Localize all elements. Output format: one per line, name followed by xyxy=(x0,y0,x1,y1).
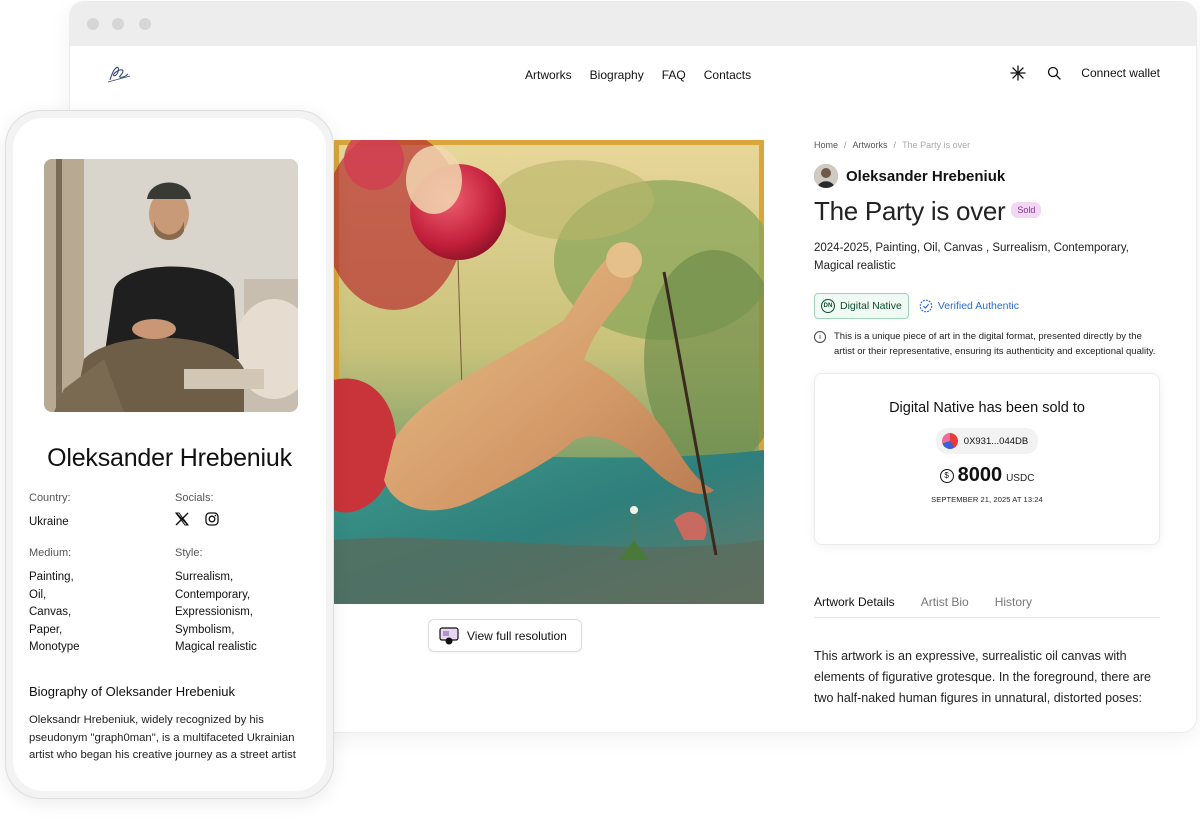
sun-icon[interactable] xyxy=(1009,64,1027,82)
style-list: Surrealism, Contemporary, Expressionism,… xyxy=(175,569,257,657)
search-icon[interactable] xyxy=(1045,64,1063,82)
artwork-info-panel: Home / Artworks / The Party is over Olek… xyxy=(814,140,1160,706)
biography-title: Biography of Oleksander Hrebeniuk xyxy=(29,684,235,699)
verified-authentic-badge[interactable]: Verified Authentic xyxy=(919,299,1019,313)
style-label: Style: xyxy=(175,547,203,559)
wallet-address: 0X931...044DB xyxy=(963,435,1029,447)
wallet-avatar-icon xyxy=(941,433,958,449)
breadcrumb-separator: / xyxy=(893,140,897,150)
info-icon: i xyxy=(814,331,826,343)
view-full-resolution-label: View full resolution xyxy=(467,628,567,643)
verified-authentic-label: Verified Authentic xyxy=(937,300,1019,312)
socials-label: Socials: xyxy=(175,492,214,504)
nav-faq[interactable]: FAQ xyxy=(662,68,686,82)
style-item: Magical realistic xyxy=(175,641,257,653)
medium-item: Paper, xyxy=(29,623,63,636)
price-currency: USDC xyxy=(1006,473,1035,484)
connect-wallet-button[interactable]: Connect wallet xyxy=(1081,66,1160,80)
browser-titlebar xyxy=(70,2,1196,46)
breadcrumb-home[interactable]: Home xyxy=(814,140,838,150)
digital-native-badge[interactable]: DN Digital Native xyxy=(814,293,909,319)
style-item: Expressionism, xyxy=(175,606,253,618)
breadcrumb-current: The Party is over xyxy=(902,140,971,150)
main-nav: Artworks Biography FAQ Contacts xyxy=(525,68,751,82)
window-close-dot[interactable] xyxy=(87,18,99,30)
medium-label: Medium: xyxy=(29,547,72,559)
style-item: Surrealism, xyxy=(175,571,234,583)
detail-tabs: Artwork Details Artist Bio History xyxy=(814,595,1160,618)
artist-portrait xyxy=(44,159,298,412)
header-actions: Connect wallet xyxy=(1009,64,1160,82)
breadcrumb-separator: / xyxy=(844,140,847,150)
phone-mockup: Oleksander Hrebeniuk Country: Ukraine So… xyxy=(5,110,334,799)
artist-row[interactable]: Oleksander Hrebeniuk xyxy=(814,164,1160,188)
dollar-coin-icon: $ xyxy=(939,468,954,483)
style-item: Contemporary, xyxy=(175,588,251,601)
digital-native-icon: DN xyxy=(821,299,835,313)
x-social-icon[interactable] xyxy=(175,512,189,526)
medium-item: Monotype xyxy=(29,641,80,653)
nav-artworks[interactable]: Artworks xyxy=(525,68,572,82)
artwork-title-row: The Party is over Sold xyxy=(814,196,1160,227)
breadcrumb-artworks[interactable]: Artworks xyxy=(853,140,888,150)
artwork-image[interactable] xyxy=(334,140,764,604)
buyer-wallet[interactable]: 0X931...044DB xyxy=(935,428,1039,454)
nav-contacts[interactable]: Contacts xyxy=(704,68,751,82)
artwork-meta: 2024-2025, Painting, Oil, Canvas , Surre… xyxy=(814,242,1129,272)
image-preview-icon xyxy=(439,626,459,644)
price-value: 8000 xyxy=(957,464,1003,486)
breadcrumb: Home / Artworks / The Party is over xyxy=(814,140,1160,150)
signature-logo[interactable] xyxy=(104,62,134,86)
artwork-title: The Party is over xyxy=(814,196,1006,226)
tab-artist-bio[interactable]: Artist Bio xyxy=(921,595,969,609)
phone-screen: Oleksander Hrebeniuk Country: Ukraine So… xyxy=(13,118,326,791)
country-label: Country: xyxy=(29,492,71,504)
artist-avatar[interactable] xyxy=(814,164,838,188)
medium-item: Painting, xyxy=(29,571,74,583)
biography-text: Oleksandr Hrebeniuk, widely recognized b… xyxy=(29,714,296,761)
view-full-resolution-button[interactable]: View full resolution xyxy=(428,619,582,652)
tab-artwork-details[interactable]: Artwork Details xyxy=(814,595,895,609)
verified-check-icon xyxy=(919,299,933,313)
style-item: Symbolism, xyxy=(175,623,235,636)
medium-item: Oil, xyxy=(29,588,47,601)
instagram-icon[interactable] xyxy=(205,512,219,526)
artwork-badges: DN Digital Native Verified Authentic xyxy=(814,293,1160,319)
country-value: Ukraine xyxy=(29,516,69,528)
window-minimize-dot[interactable] xyxy=(112,18,124,30)
info-note: i This is a unique piece of art in the d… xyxy=(814,329,1160,359)
tab-history[interactable]: History xyxy=(995,595,1032,609)
sale-price: $ 8000 USDC xyxy=(815,464,1159,487)
status-badge: Sold xyxy=(1011,202,1042,218)
site-header: Artworks Biography FAQ Contacts Connect … xyxy=(70,46,1196,104)
sold-card: Digital Native has been sold to 0X931...… xyxy=(814,373,1160,545)
medium-item: Canvas, xyxy=(29,606,72,618)
nav-biography[interactable]: Biography xyxy=(590,68,644,82)
window-maximize-dot[interactable] xyxy=(139,18,151,30)
sale-date: SEPTEMBER 21, 2025 AT 13:24 xyxy=(931,495,1043,504)
info-text: This is a unique piece of art in the dig… xyxy=(834,331,1156,357)
artwork-description: This artwork is an expressive, surrealis… xyxy=(814,649,1152,705)
social-links xyxy=(175,512,219,526)
artist-name[interactable]: Oleksander Hrebeniuk xyxy=(846,168,1005,185)
phone-artist-name: Oleksander Hrebeniuk xyxy=(47,444,292,472)
medium-list: Painting, Oil, Canvas, Paper, Monotype xyxy=(29,569,80,657)
digital-native-label: Digital Native xyxy=(840,300,902,312)
sold-title: Digital Native has been sold to xyxy=(889,400,1085,416)
